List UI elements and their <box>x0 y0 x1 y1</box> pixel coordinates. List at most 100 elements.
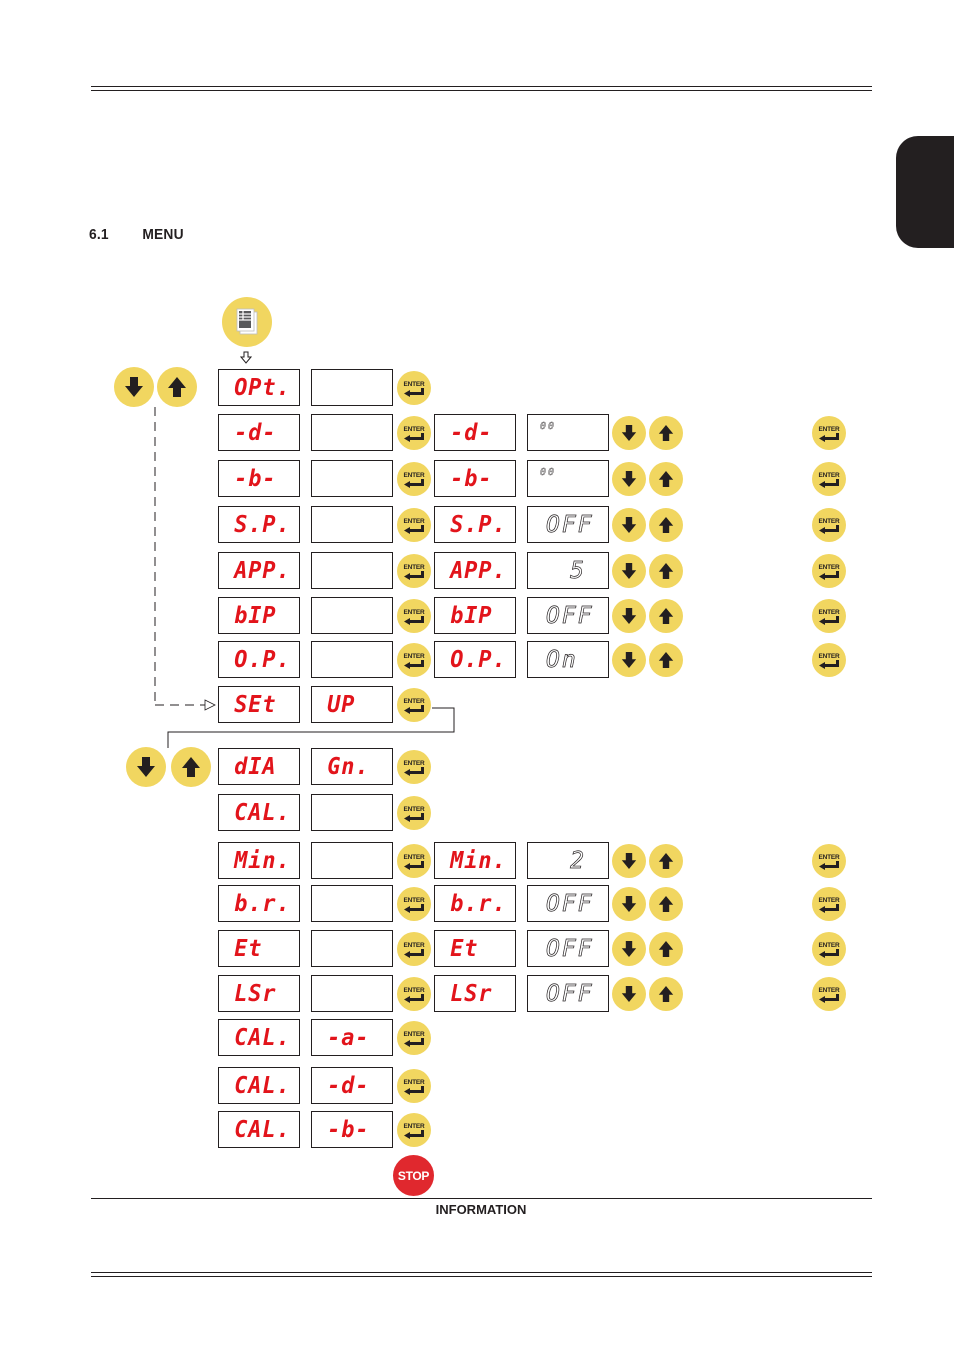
enter-return-icon <box>819 524 839 534</box>
confirm-enter-button[interactable]: ENTER <box>812 844 846 878</box>
enter-button[interactable]: ENTER <box>397 1069 431 1103</box>
enter-button[interactable]: ENTER <box>397 688 431 722</box>
value-up-button[interactable] <box>649 416 683 450</box>
confirm-enter-button[interactable]: ENTER <box>812 599 846 633</box>
enter-label: ENTER <box>818 652 840 660</box>
value-up-button[interactable] <box>649 932 683 966</box>
menu-button[interactable] <box>222 297 272 347</box>
enter-button[interactable]: ENTER <box>397 844 431 878</box>
value-up-button[interactable] <box>649 599 683 633</box>
edit-value-text: 00 <box>540 421 557 432</box>
menu-sub-text: -b- <box>327 1116 370 1143</box>
confirm-enter-button[interactable]: ENTER <box>812 508 846 542</box>
value-down-button[interactable] <box>612 977 646 1011</box>
value-up-button[interactable] <box>649 977 683 1011</box>
menu-key-display: APP. <box>218 552 300 589</box>
enter-return-icon <box>819 432 839 442</box>
enter-label: ENTER <box>818 608 840 616</box>
value-down-button[interactable] <box>612 932 646 966</box>
menu-sub-display <box>311 460 393 497</box>
menu-sub-display <box>311 597 393 634</box>
value-down-button[interactable] <box>612 462 646 496</box>
enter-button[interactable]: ENTER <box>397 977 431 1011</box>
enter-label: ENTER <box>818 563 840 571</box>
enter-label: ENTER <box>403 896 425 904</box>
menu-key-display: SEt <box>218 686 300 723</box>
value-up-button[interactable] <box>649 462 683 496</box>
value-down-button[interactable] <box>612 599 646 633</box>
enter-button[interactable]: ENTER <box>397 1113 431 1147</box>
enter-button[interactable]: ENTER <box>397 1021 431 1055</box>
enter-button[interactable]: ENTER <box>397 462 431 496</box>
value-up-button[interactable] <box>649 844 683 878</box>
value-down-button[interactable] <box>612 554 646 588</box>
enter-label: ENTER <box>403 380 425 388</box>
setup-scroll-up-button[interactable] <box>171 747 211 787</box>
enter-button[interactable]: ENTER <box>397 887 431 921</box>
scroll-up-button[interactable] <box>157 367 197 407</box>
menu-key-text: CAL. <box>234 1024 291 1051</box>
confirm-enter-button[interactable]: ENTER <box>812 416 846 450</box>
enter-label: ENTER <box>403 853 425 861</box>
enter-return-icon <box>819 478 839 488</box>
stop-button[interactable]: STOP <box>393 1155 434 1196</box>
confirm-enter-button[interactable]: ENTER <box>812 554 846 588</box>
menu-sub-display: -d- <box>311 1067 393 1104</box>
menu-key-display: b.r. <box>218 885 300 922</box>
menu-key-text: bIP <box>234 602 277 629</box>
arrow-up-icon <box>658 652 674 668</box>
enter-button[interactable]: ENTER <box>397 796 431 830</box>
value-up-button[interactable] <box>649 508 683 542</box>
value-down-button[interactable] <box>612 643 646 677</box>
enter-return-icon <box>404 1129 424 1139</box>
menu-sub-display <box>311 794 393 831</box>
enter-button[interactable]: ENTER <box>397 932 431 966</box>
confirm-enter-button[interactable]: ENTER <box>812 643 846 677</box>
enter-button[interactable]: ENTER <box>397 508 431 542</box>
value-up-button[interactable] <box>649 554 683 588</box>
enter-button[interactable]: ENTER <box>397 643 431 677</box>
edit-key-text: b.r. <box>450 890 507 917</box>
enter-button[interactable]: ENTER <box>397 554 431 588</box>
scroll-down-button[interactable] <box>114 367 154 407</box>
enter-button[interactable]: ENTER <box>397 416 431 450</box>
confirm-enter-button[interactable]: ENTER <box>812 932 846 966</box>
stop-label: STOP <box>397 1168 430 1183</box>
menu-key-text: APP. <box>234 557 291 584</box>
setup-scroll-down-button[interactable] <box>126 747 166 787</box>
enter-return-icon <box>404 478 424 488</box>
value-up-button[interactable] <box>649 643 683 677</box>
dashed-arrowhead <box>204 699 216 711</box>
menu-key-text: LSr <box>234 980 277 1007</box>
edit-value-text: On <box>546 646 578 673</box>
menu-key-display: S.P. <box>218 506 300 543</box>
menu-key-display: CAL. <box>218 794 300 831</box>
footer-rule-bottom-2 <box>91 1276 872 1277</box>
edit-value-display: 2 <box>527 842 609 879</box>
value-down-button[interactable] <box>612 508 646 542</box>
enter-return-icon <box>819 948 839 958</box>
edit-key-text: Et <box>450 935 479 962</box>
enter-button[interactable]: ENTER <box>397 599 431 633</box>
value-down-button[interactable] <box>612 887 646 921</box>
menu-sub-display <box>311 414 393 451</box>
edit-value-text: OFF <box>546 890 594 917</box>
menu-key-text: CAL. <box>234 799 291 826</box>
edit-key-text: -b- <box>450 465 493 492</box>
enter-label: ENTER <box>403 759 425 767</box>
menu-key-display: -b- <box>218 460 300 497</box>
menu-sub-text: UP <box>327 691 356 718</box>
arrow-up-icon <box>182 757 200 777</box>
arrow-down-icon <box>621 563 637 579</box>
edit-value-display: OFF <box>527 506 609 543</box>
enter-button[interactable]: ENTER <box>397 371 431 405</box>
confirm-enter-button[interactable]: ENTER <box>812 462 846 496</box>
confirm-enter-button[interactable]: ENTER <box>812 887 846 921</box>
enter-return-icon <box>404 903 424 913</box>
value-down-button[interactable] <box>612 416 646 450</box>
menu-key-display: CAL. <box>218 1067 300 1104</box>
confirm-enter-button[interactable]: ENTER <box>812 977 846 1011</box>
value-down-button[interactable] <box>612 844 646 878</box>
enter-button[interactable]: ENTER <box>397 750 431 784</box>
value-up-button[interactable] <box>649 887 683 921</box>
